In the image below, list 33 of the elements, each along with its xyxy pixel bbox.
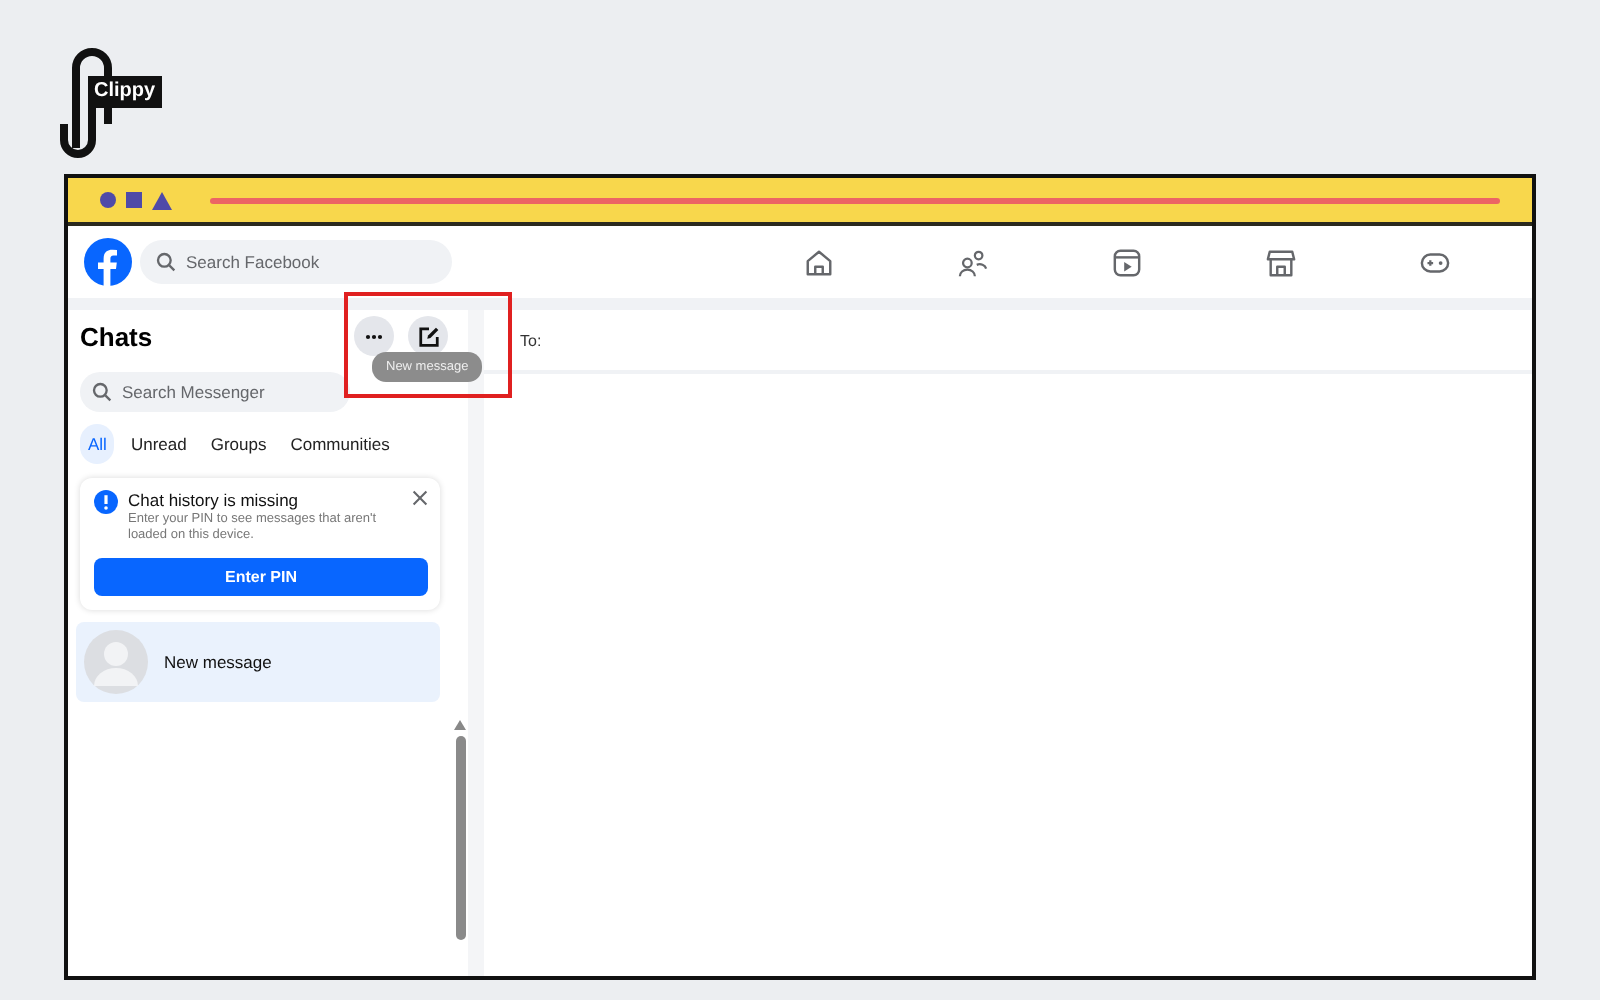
compose-icon [417,325,439,347]
scrollbar-thumb[interactable] [455,736,465,940]
enter-pin-button[interactable]: Enter PIN [94,557,428,596]
home-icon[interactable] [804,247,834,277]
more-icon [364,333,384,339]
more-button[interactable] [354,316,394,356]
search-icon [156,252,176,272]
gamepad-icon[interactable] [1420,247,1450,277]
search-bar[interactable]: Search Messenger [80,372,350,412]
filter-tab[interactable]: Communities [282,424,398,464]
app-logo-icon[interactable] [84,238,132,286]
scroll-up-icon[interactable] [454,720,466,730]
people-icon[interactable] [958,247,988,277]
video-icon[interactable] [1112,247,1142,277]
new-message-button[interactable] [408,316,448,356]
logo-text: Clippy [88,76,162,108]
shop-icon[interactable] [1266,247,1296,277]
info-icon [94,490,118,514]
chats-title: Chats [80,321,153,351]
circle-icon [100,192,116,208]
filter-tab[interactable]: All [80,424,115,464]
to-label: To: [520,331,542,349]
chat-item[interactable]: New message [76,621,440,702]
chat-name: New message [164,651,272,672]
square-icon [126,192,142,208]
search-icon [92,382,112,402]
triangle-icon [152,191,172,209]
filter-tab[interactable]: Groups [202,424,275,464]
search-field[interactable]: Search Messenger [122,372,350,412]
avatar-icon [84,629,148,694]
filter-tab[interactable]: Unread [122,424,195,464]
close-icon[interactable] [412,490,428,506]
notice-title: Chat history is missing [128,490,301,510]
